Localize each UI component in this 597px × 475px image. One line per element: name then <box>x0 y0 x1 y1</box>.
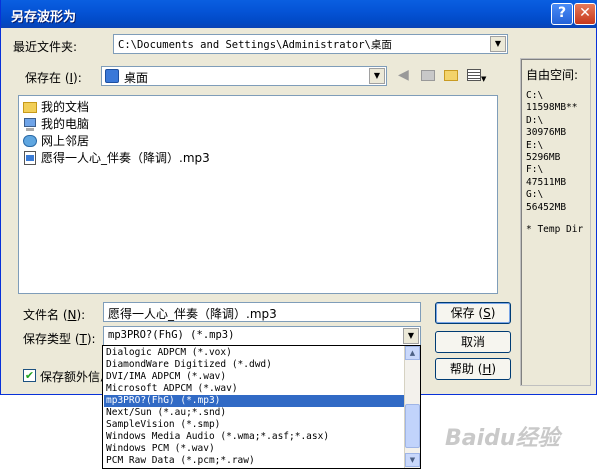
scroll-up-icon[interactable]: ▲ <box>405 346 420 360</box>
save-in-value: 桌面 <box>124 71 149 85</box>
view-menu-icon[interactable]: ▼ <box>467 67 491 83</box>
help-button[interactable]: 帮助 (H) <box>435 358 511 380</box>
save-extra-info-label: 保存额外信息 <box>40 370 102 384</box>
title-close-button[interactable]: ✕ <box>574 3 596 25</box>
drive-line: C:\ <box>526 90 544 101</box>
list-item[interactable]: 网上邻居 <box>22 132 89 149</box>
scroll-down-icon[interactable]: ▼ <box>405 453 420 467</box>
temp-dir-note: * Temp Dir <box>526 224 584 235</box>
save-extra-info-checkbox[interactable]: ✔ <box>23 369 36 382</box>
save-in-combo[interactable]: 桌面 ▼ <box>101 66 387 86</box>
save-button[interactable]: 保存 (S) <box>435 302 511 324</box>
recent-folder-combo[interactable]: C:\Documents and Settings\Administrator\… <box>113 34 508 54</box>
close-icon: ✕ <box>579 5 591 21</box>
drive-line: E:\ <box>526 139 544 151</box>
list-item-label: 我的电脑 <box>41 117 90 131</box>
filetype-select[interactable]: mp3PRO?(FhG) (*.mp3) ▼ <box>103 326 421 346</box>
chevron-down-icon[interactable]: ▼ <box>490 36 506 52</box>
dropdown-option[interactable]: Windows Media Audio (*.wma;*.asf;*.asx) <box>104 431 404 443</box>
list-item[interactable]: 愿得一人心_伴奏（降调）.mp3 <box>22 149 210 166</box>
cancel-button[interactable]: 取消 <box>435 331 511 353</box>
save-in-label: 保存在 (I): <box>25 71 82 85</box>
dropdown-option[interactable]: Dialogic ADPCM (*.vox) <box>104 347 404 359</box>
filename-label: 文件名 (N): <box>23 308 86 322</box>
folder-icon <box>22 99 38 115</box>
free-space-panel: 自由空间: C:\ 11598MB** D:\ 30976MB E:\ 5296… <box>520 58 591 386</box>
dropdown-option[interactable]: Next/Sun (*.au;*.snd) <box>104 407 404 419</box>
recent-folder-label: 最近文件夹: <box>13 40 78 54</box>
recent-folder-value: C:\Documents and Settings\Administrator\… <box>118 39 392 51</box>
new-folder-icon[interactable] <box>444 67 462 83</box>
drive-line: 56452MB <box>526 201 567 213</box>
drive-line: D:\ <box>526 114 544 126</box>
dialog-title: 另存波形为 <box>11 10 77 25</box>
list-item[interactable]: 我的文档 <box>22 98 89 115</box>
computer-icon <box>22 116 38 132</box>
free-space-list: C:\ 11598MB** D:\ 30976MB E:\ 5296MB F:\… <box>526 90 577 214</box>
dropdown-option[interactable]: DiamondWare Digitized (*.dwd) <box>104 359 404 371</box>
help-icon: ? <box>557 5 567 21</box>
dropdown-option[interactable]: SampleVision (*.smp) <box>104 419 404 431</box>
list-item-label: 愿得一人心_伴奏（降调）.mp3 <box>41 151 210 165</box>
filename-input[interactable]: 愿得一人心_伴奏（降调）.mp3 <box>103 302 421 322</box>
drive-line: 47511MB <box>526 176 567 188</box>
drive-line: 11598MB** <box>526 102 578 114</box>
drive-line: 30976MB <box>526 127 567 139</box>
title-help-button[interactable]: ? <box>551 3 573 25</box>
up-folder-icon[interactable] <box>421 67 439 83</box>
save-waveform-dialog: 另存波形为 ? ✕ 最近文件夹: C:\Documents and Settin… <box>0 0 597 395</box>
title-bar: 另存波形为 ? ✕ <box>1 0 597 28</box>
chevron-down-icon[interactable]: ▼ <box>369 68 385 84</box>
audio-file-icon <box>22 150 38 166</box>
dropdown-scrollbar[interactable]: ▲ ▼ <box>404 346 420 468</box>
drive-line: F:\ <box>526 164 544 176</box>
list-item-label: 网上邻居 <box>41 134 90 148</box>
list-item-label: 我的文档 <box>41 100 90 114</box>
network-icon <box>22 133 38 149</box>
dropdown-option-selected[interactable]: mp3PRO?(FhG) (*.mp3) <box>104 395 404 407</box>
filetype-value: mp3PRO?(FhG) (*.mp3) <box>108 329 235 341</box>
filename-value: 愿得一人心_伴奏（降调）.mp3 <box>108 307 277 321</box>
list-item[interactable]: 我的电脑 <box>22 115 89 132</box>
dropdown-option[interactable]: Windows PCM (*.wav) <box>104 443 404 455</box>
file-list[interactable]: 我的文档 我的电脑 网上邻居 愿得一人心_伴奏（降调）.mp3 <box>18 95 498 294</box>
drive-line: 5296MB <box>526 152 561 164</box>
check-icon: ✔ <box>24 369 35 382</box>
dropdown-option[interactable]: DVI/IMA ADPCM (*.wav) <box>104 371 404 383</box>
desktop-icon <box>105 69 119 83</box>
filetype-dropdown-list[interactable]: Dialogic ADPCM (*.vox) DiamondWare Digit… <box>102 345 421 469</box>
drive-line: G:\ <box>526 189 544 201</box>
scroll-thumb[interactable] <box>405 404 420 448</box>
back-arrow-icon[interactable]: ◀ <box>398 67 416 83</box>
filetype-label: 保存类型 (T): <box>23 332 96 346</box>
dropdown-option[interactable]: PCM Raw Data (*.pcm;*.raw) <box>104 455 404 467</box>
free-space-title: 自由空间: <box>526 68 579 82</box>
watermark: Baidu经验 <box>445 426 560 451</box>
dropdown-option[interactable]: Microsoft ADPCM (*.wav) <box>104 383 404 395</box>
chevron-down-icon[interactable]: ▼ <box>403 328 419 344</box>
